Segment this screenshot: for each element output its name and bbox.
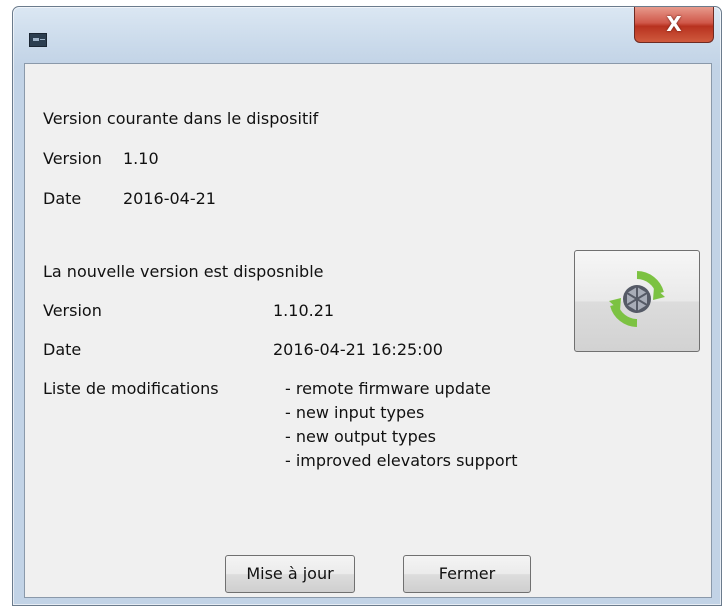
- app-icon: [29, 33, 47, 47]
- current-date-value: 2016-04-21: [123, 189, 216, 208]
- close-button[interactable]: Fermer: [403, 555, 531, 593]
- title-bar[interactable]: X: [13, 7, 721, 63]
- change-item: - remote firmware update: [285, 379, 491, 398]
- current-version-label: Version: [43, 149, 102, 168]
- changes-label: Liste de modifications: [43, 379, 219, 398]
- new-version-label: Version: [43, 301, 102, 320]
- update-button[interactable]: Mise à jour: [225, 555, 355, 593]
- new-date-value: 2016-04-21 16:25:00: [273, 340, 443, 359]
- current-version-value: 1.10: [123, 149, 159, 168]
- firmware-update-icon-button[interactable]: [574, 250, 700, 352]
- dialog-content: Version courante dans le dispositif Vers…: [24, 63, 712, 598]
- change-item: - improved elevators support: [285, 451, 518, 470]
- change-item: - new input types: [285, 403, 425, 422]
- new-version-heading: La nouvelle version est disposnible: [43, 262, 324, 281]
- current-date-label: Date: [43, 189, 82, 208]
- update-dialog-window: X Version courante dans le dispositif Ve…: [12, 6, 722, 606]
- close-window-button[interactable]: X: [634, 7, 714, 43]
- current-version-heading: Version courante dans le dispositif: [43, 109, 319, 128]
- firmware-update-icon: [605, 267, 669, 335]
- change-item: - new output types: [285, 427, 436, 446]
- new-version-value: 1.10.21: [273, 301, 335, 320]
- new-date-label: Date: [43, 340, 82, 359]
